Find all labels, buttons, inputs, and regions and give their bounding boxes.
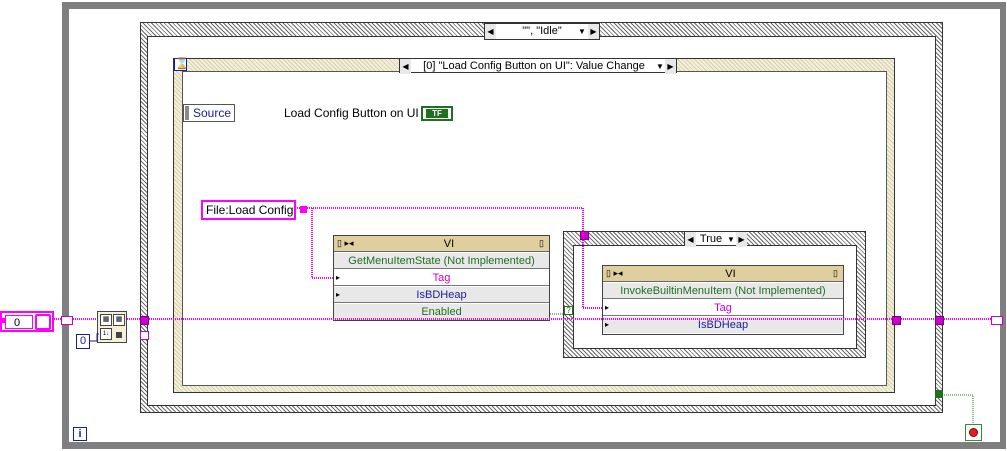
wire-string-tag bbox=[311, 208, 334, 279]
wire-string-case-inner bbox=[582, 240, 603, 309]
wire-int bbox=[90, 333, 99, 342]
wire-layer bbox=[54, 207, 991, 424]
wire-bool-stop bbox=[944, 394, 974, 424]
wire-string-const bbox=[297, 207, 584, 236]
wire-string-case bbox=[582, 240, 603, 309]
